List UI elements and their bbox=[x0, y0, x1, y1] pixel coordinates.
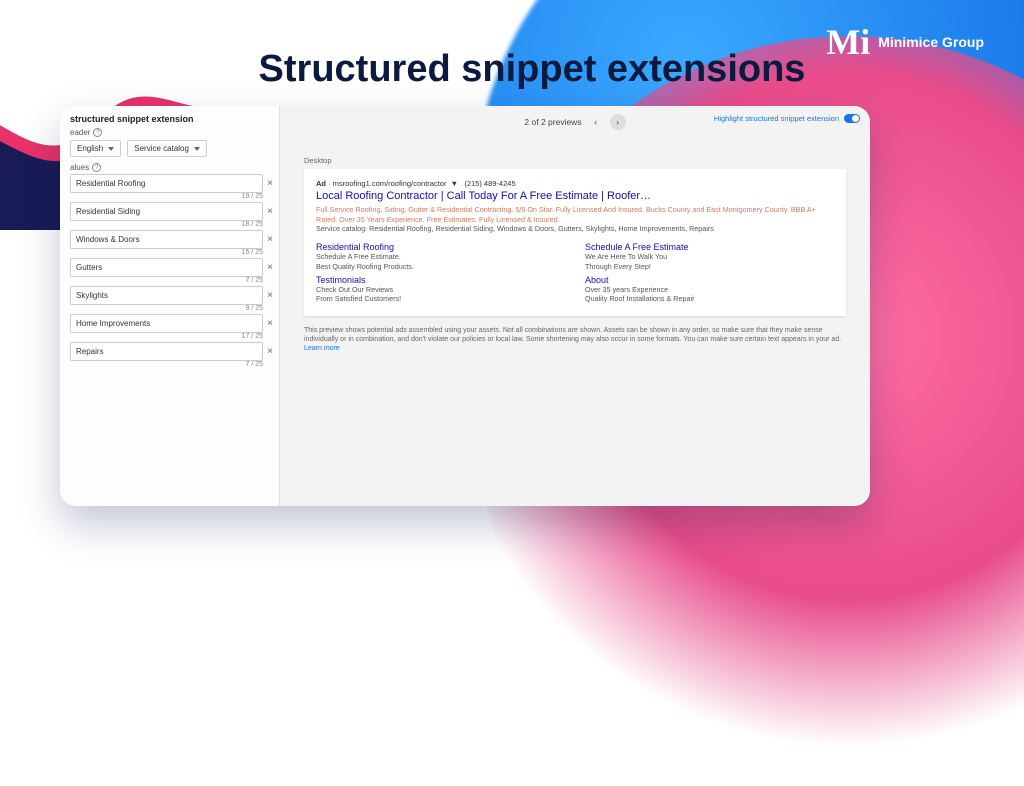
remove-icon[interactable]: × bbox=[263, 262, 277, 273]
value-input[interactable]: Skylights bbox=[70, 286, 263, 305]
preview-counter: 2 of 2 previews bbox=[524, 117, 581, 127]
remove-icon[interactable]: × bbox=[263, 234, 277, 245]
highlight-label: Highlight structured snippet extension bbox=[714, 114, 839, 123]
value-input[interactable]: Home Improvements bbox=[70, 314, 263, 333]
value-input[interactable]: Residential Siding bbox=[70, 202, 263, 221]
sitelink: Residential Roofing Schedule A Free Esti… bbox=[316, 242, 565, 271]
help-icon[interactable]: ? bbox=[92, 163, 101, 172]
form-column: structured snippet extension eader ? Eng… bbox=[60, 106, 280, 506]
preview-disclaimer: This preview shows potential ads assembl… bbox=[304, 326, 846, 354]
value-row: Windows & Doors × bbox=[70, 230, 277, 249]
sitelink: Schedule A Free Estimate We Are Here To … bbox=[585, 242, 834, 271]
ad-description-2: Service catalog: Residential Roofing, Re… bbox=[316, 224, 834, 234]
char-counter: 18 / 25 bbox=[64, 221, 263, 228]
ad-preview-card: Ad · msroofing1.com/roofing/contractor ▼… bbox=[304, 169, 846, 316]
remove-icon[interactable]: × bbox=[263, 178, 277, 189]
sitelink-title[interactable]: Schedule A Free Estimate bbox=[585, 242, 834, 252]
prev-button[interactable]: ‹ bbox=[588, 114, 604, 130]
value-row: Home Improvements × bbox=[70, 314, 277, 333]
highlight-toggle[interactable] bbox=[844, 114, 860, 123]
help-icon[interactable]: ? bbox=[93, 128, 102, 137]
values-label: alues ? bbox=[70, 163, 273, 172]
header-type-dropdown[interactable]: Service catalog bbox=[127, 140, 207, 157]
chevron-down-icon bbox=[108, 147, 114, 151]
value-row: Gutters × bbox=[70, 258, 277, 277]
char-counter: 7 / 25 bbox=[64, 277, 263, 284]
sitelink: Testimonials Check Out Our Reviews From … bbox=[316, 275, 565, 304]
value-input[interactable]: Gutters bbox=[70, 258, 263, 277]
value-input[interactable]: Residential Roofing bbox=[70, 174, 263, 193]
brand-logo: Mi Minimice Group bbox=[826, 28, 984, 57]
preview-column: 2 of 2 previews ‹ › Highlight structured… bbox=[280, 106, 870, 506]
remove-icon[interactable]: × bbox=[263, 346, 277, 357]
learn-more-link[interactable]: Learn more bbox=[304, 345, 340, 352]
value-row: Repairs × bbox=[70, 342, 277, 361]
device-label: Desktop bbox=[304, 156, 870, 165]
sitelink-title[interactable]: About bbox=[585, 275, 834, 285]
char-counter: 19 / 25 bbox=[64, 193, 263, 200]
highlight-toggle-row: Highlight structured snippet extension bbox=[714, 114, 860, 123]
value-input[interactable]: Windows & Doors bbox=[70, 230, 263, 249]
ad-url-line: Ad · msroofing1.com/roofing/contractor ▼… bbox=[316, 179, 834, 188]
sitelink-title[interactable]: Residential Roofing bbox=[316, 242, 565, 252]
form-section-title: structured snippet extension bbox=[70, 114, 273, 124]
value-row: Skylights × bbox=[70, 286, 277, 305]
content-panel: structured snippet extension eader ? Eng… bbox=[60, 106, 870, 506]
language-dropdown[interactable]: English bbox=[70, 140, 121, 157]
ad-description-1: Full Service Roofing, Siding, Gutter & R… bbox=[316, 205, 834, 224]
brand-logo-text: Minimice Group bbox=[878, 34, 984, 50]
chevron-down-icon bbox=[194, 147, 200, 151]
ad-headline[interactable]: Local Roofing Contractor | Call Today Fo… bbox=[316, 190, 834, 202]
value-row: Residential Roofing × bbox=[70, 174, 277, 193]
remove-icon[interactable]: × bbox=[263, 206, 277, 217]
sitelink: About Over 35 years Experience Quality R… bbox=[585, 275, 834, 304]
char-counter: 9 / 25 bbox=[64, 305, 263, 312]
value-row: Residential Siding × bbox=[70, 202, 277, 221]
char-counter: 17 / 25 bbox=[64, 333, 263, 340]
brand-logo-mark: Mi bbox=[826, 28, 870, 57]
header-label: eader ? bbox=[70, 128, 273, 137]
char-counter: 15 / 25 bbox=[64, 249, 263, 256]
remove-icon[interactable]: × bbox=[263, 318, 277, 329]
value-input[interactable]: Repairs bbox=[70, 342, 263, 361]
sitelink-title[interactable]: Testimonials bbox=[316, 275, 565, 285]
char-counter: 7 / 25 bbox=[64, 361, 263, 368]
next-button[interactable]: › bbox=[610, 114, 626, 130]
remove-icon[interactable]: × bbox=[263, 290, 277, 301]
